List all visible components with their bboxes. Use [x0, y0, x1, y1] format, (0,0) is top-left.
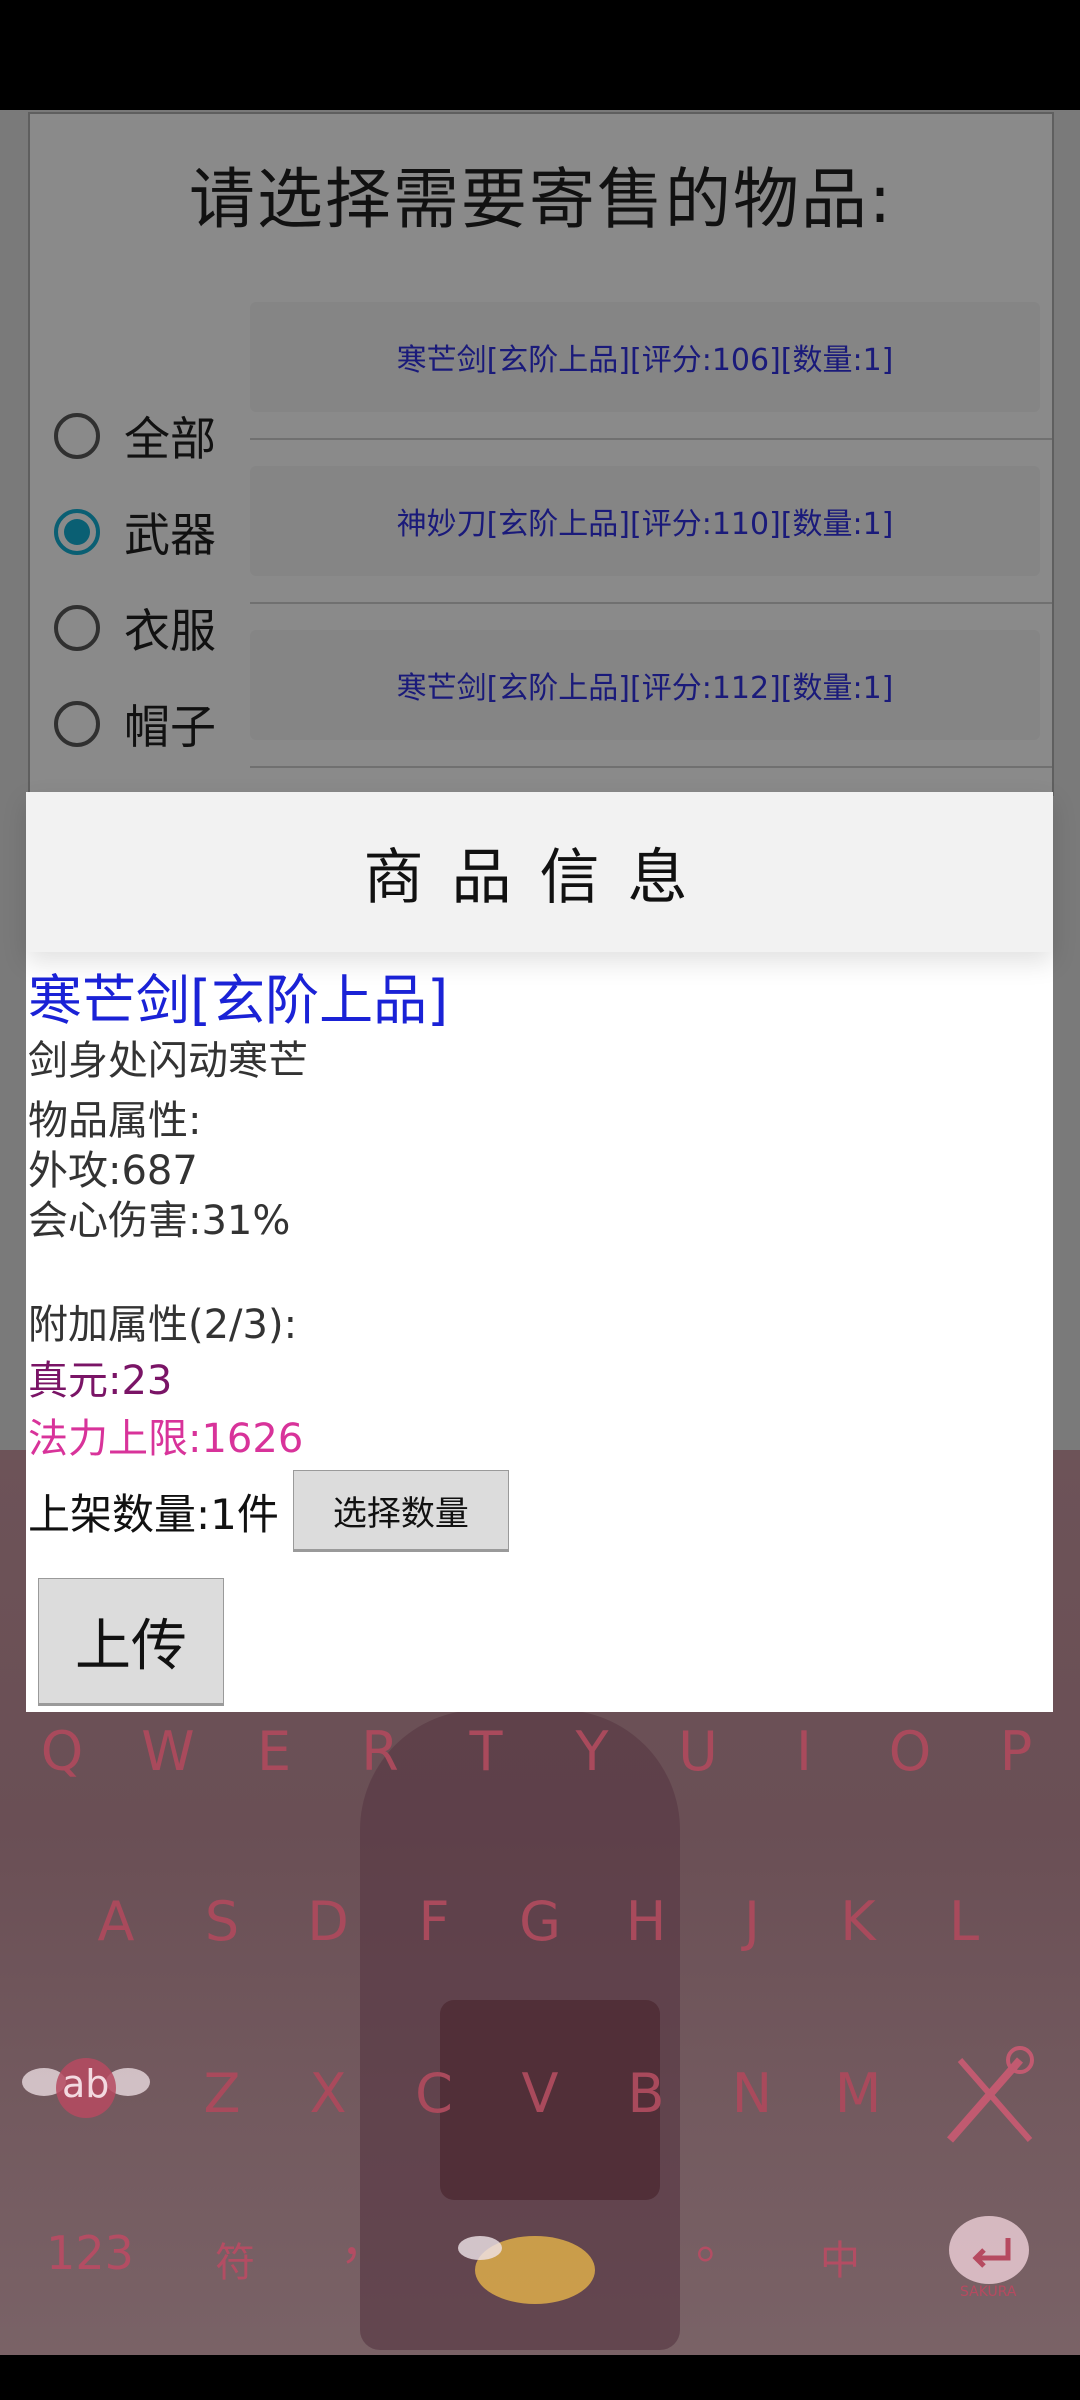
- radio-icon[interactable]: [54, 605, 100, 651]
- mode-key-label: ab: [62, 2062, 110, 2106]
- enter-skin-label: SAKURA: [960, 2284, 1017, 2300]
- key-o[interactable]: O: [880, 1720, 940, 1783]
- key-l[interactable]: L: [934, 1890, 994, 1953]
- item-description: 剑身处闪动寒芒: [28, 1038, 308, 1084]
- key-u[interactable]: U: [668, 1720, 728, 1783]
- enter-key[interactable]: SAKURA: [926, 2206, 1052, 2306]
- radio-icon[interactable]: [54, 701, 100, 747]
- radio-selected-icon[interactable]: [54, 509, 100, 555]
- key-v[interactable]: V: [510, 2062, 570, 2125]
- radio-dot: [64, 519, 90, 545]
- key-p[interactable]: P: [986, 1720, 1046, 1783]
- key-w[interactable]: W: [138, 1720, 198, 1783]
- key-s[interactable]: S: [192, 1890, 252, 1953]
- key-x[interactable]: X: [298, 2062, 358, 2125]
- chinese-key[interactable]: 中: [810, 2228, 870, 2286]
- key-a[interactable]: A: [86, 1890, 146, 1953]
- key-m[interactable]: M: [828, 2062, 888, 2125]
- item-info-dialog: 商品信息 寒芒剑[玄阶上品] 剑身处闪动寒芒 物品属性: 外攻:687 会心伤害…: [26, 792, 1053, 1712]
- divider: [250, 602, 1052, 604]
- key-j[interactable]: J: [722, 1890, 782, 1953]
- space-key[interactable]: [450, 2220, 620, 2310]
- dialog-title: 商品信息: [363, 842, 716, 913]
- status-bar: [0, 0, 1080, 110]
- category-radio-all[interactable]: 全部: [54, 396, 216, 476]
- category-label: 帽子: [124, 700, 216, 754]
- key-e[interactable]: E: [244, 1720, 304, 1783]
- key-b[interactable]: B: [616, 2062, 676, 2125]
- select-quantity-button[interactable]: 选择数量: [292, 1470, 509, 1552]
- key-t[interactable]: T: [456, 1720, 516, 1783]
- category-label: 全部: [124, 412, 216, 466]
- key-q[interactable]: Q: [32, 1720, 92, 1783]
- item-list-entry[interactable]: 寒芒剑[玄阶上品][评分:106][数量:1]: [250, 302, 1040, 412]
- extra-attribute-mana: 法力上限:1626: [28, 1416, 304, 1462]
- kero-mascot-icon: [458, 2236, 595, 2304]
- extra-attributes-header: 附加属性(2/3):: [28, 1302, 298, 1348]
- key-i[interactable]: I: [774, 1720, 834, 1783]
- key-g[interactable]: G: [510, 1890, 570, 1953]
- quantity-row: 上架数量:1件 选择数量: [28, 1470, 509, 1552]
- key-r[interactable]: R: [350, 1720, 410, 1783]
- key-d[interactable]: D: [298, 1890, 358, 1953]
- item-select-title: 请选择需要寄售的物品:: [188, 161, 894, 238]
- mode-switch-key[interactable]: ab: [22, 2046, 150, 2126]
- key-n[interactable]: N: [722, 2062, 782, 2125]
- key-f[interactable]: F: [404, 1890, 464, 1953]
- key-k[interactable]: K: [828, 1890, 888, 1953]
- comma-key[interactable]: ，: [340, 2202, 388, 2272]
- key-c[interactable]: C: [404, 2062, 464, 2125]
- key-h[interactable]: H: [616, 1890, 676, 1953]
- item-list-entry[interactable]: 寒芒剑[玄阶上品][评分:112][数量:1]: [250, 630, 1040, 740]
- symbols-key[interactable]: 符: [200, 2230, 270, 2288]
- key-y[interactable]: Y: [562, 1720, 622, 1783]
- upload-button[interactable]: 上传: [38, 1578, 224, 1706]
- category-label: 武器: [124, 508, 216, 562]
- period-key[interactable]: 。: [696, 2202, 744, 2272]
- navigation-bar: [0, 2355, 1080, 2400]
- item-name: 寒芒剑[玄阶上品]: [28, 969, 449, 1032]
- category-label: 衣服: [124, 604, 216, 658]
- item-select-dialog: 请选择需要寄售的物品: 全部 武器 衣服 帽子 护手 鞋子 寒芒剑[玄阶上品][…: [28, 112, 1054, 796]
- category-radio-weapon[interactable]: 武器: [54, 492, 216, 572]
- category-radio-hat[interactable]: 帽子: [54, 684, 216, 764]
- quantity-label: 上架数量:1件: [28, 1489, 279, 1539]
- divider: [250, 438, 1052, 440]
- dialog-header: 商品信息: [26, 792, 1053, 952]
- key-z[interactable]: Z: [192, 2062, 252, 2125]
- wand-icon[interactable]: [940, 2040, 1040, 2150]
- divider: [250, 766, 1052, 768]
- category-radio-clothes[interactable]: 衣服: [54, 588, 216, 668]
- item-list-entry[interactable]: 神妙刀[玄阶上品][评分:110][数量:1]: [250, 466, 1040, 576]
- extra-attribute-zhenyuan: 真元:23: [28, 1358, 173, 1404]
- attribute-line: 会心伤害:31%: [28, 1198, 291, 1244]
- radio-icon[interactable]: [54, 413, 100, 459]
- numbers-key[interactable]: 123: [40, 2226, 140, 2280]
